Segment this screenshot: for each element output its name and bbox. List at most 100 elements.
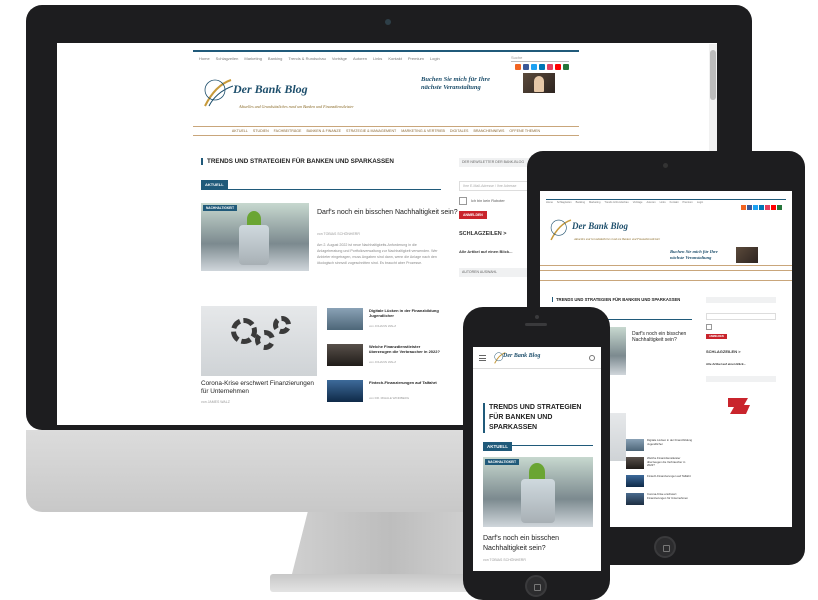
category-tag[interactable]: NACHHALTIGKEIT <box>203 205 238 211</box>
youtube-icon[interactable] <box>555 64 561 70</box>
tablet-home-button[interactable] <box>654 536 676 558</box>
list-item-meta: von JOHANN WALZ <box>369 324 397 328</box>
tablet-main-nav-row2[interactable] <box>540 275 792 281</box>
captcha-checkbox[interactable] <box>706 324 712 330</box>
list-item[interactable]: Fintech-Finanzierungen auf Talfahrt von … <box>327 378 443 414</box>
topnav-item[interactable]: Banking <box>268 56 282 61</box>
search-input[interactable]: Suche <box>511 55 569 62</box>
list-item-title[interactable]: Welche Finanzdienstleister überzeugen di… <box>369 344 443 355</box>
topnav-item[interactable]: Vorträge <box>332 56 347 61</box>
booking-line: Buchen Sie mich für Ihre <box>421 76 490 83</box>
featured-image[interactable] <box>483 457 593 527</box>
rss-icon[interactable] <box>515 64 521 70</box>
twitter-icon[interactable] <box>753 205 758 210</box>
youtube-icon[interactable] <box>771 205 776 210</box>
article-author[interactable]: von JAMES WALZ <box>201 400 230 404</box>
site-logo[interactable]: Der Bank Blog Aktuelles und Grundsätzlic… <box>201 76 401 116</box>
list-item-title[interactable]: Corona-Krise erschwert Finanzierungen fü… <box>647 492 693 505</box>
instagram-icon[interactable] <box>547 64 553 70</box>
featured-title[interactable]: Darf's noch ein bisschen Nachhaltigkeit … <box>483 534 593 554</box>
email-field[interactable] <box>706 313 776 320</box>
featured-author[interactable]: von TOBIAS SCHÖNHERR <box>483 558 526 562</box>
subscribe-button[interactable]: ANMELDEN <box>459 211 487 219</box>
tablet-booking-banner[interactable]: Buchen Sie mich für Ihre nächste Veranst… <box>670 249 718 261</box>
scrollbar-thumb[interactable] <box>710 50 716 100</box>
instagram-icon[interactable] <box>765 205 770 210</box>
topnav-item[interactable]: Autoren <box>353 56 367 61</box>
topnav-item[interactable]: Links <box>660 201 666 205</box>
topnav-item[interactable]: Marketing <box>589 201 600 205</box>
gear-graphic <box>255 330 275 350</box>
topnav-item[interactable]: Schlagzeilen <box>216 56 239 61</box>
search-icon[interactable] <box>589 355 595 361</box>
mainnav-item[interactable]: OFFENE THEMEN <box>509 129 540 133</box>
list-item[interactable]: Corona-Krise erschwert Finanzierungen fü… <box>626 492 696 505</box>
topnav-item[interactable]: Vorträge <box>633 201 643 205</box>
aktuell-label[interactable]: AKTUELL <box>483 442 512 451</box>
topnav-item[interactable]: Schlagzeilen <box>557 201 572 205</box>
mainnav-item[interactable]: MARKETING & VERTRIEB <box>401 129 445 133</box>
list-item-title[interactable]: Digitale Lücken in der Finanzbildung Jug… <box>647 438 693 451</box>
facebook-icon[interactable] <box>747 205 752 210</box>
phone-speaker <box>525 323 547 326</box>
gears-image[interactable] <box>201 306 317 376</box>
all-articles-link[interactable]: Alle Artikel auf einen Blick... <box>706 362 776 366</box>
list-item[interactable]: Digitale Lücken in der Finanzbildung Jug… <box>327 306 443 342</box>
mainnav-item[interactable]: AKTUELL <box>232 129 248 133</box>
topnav-item[interactable]: Marketing <box>244 56 262 61</box>
xing-icon[interactable] <box>563 64 569 70</box>
featured-image[interactable] <box>201 203 309 271</box>
featured-title[interactable]: Darf's noch ein bisschen Nachhaltigkeit … <box>317 208 458 217</box>
featured-author[interactable]: von TOBIAS SCHÖNHERR <box>317 232 360 236</box>
aktuell-bar: AKTUELL <box>201 180 441 190</box>
topnav-item[interactable]: Login <box>697 201 703 205</box>
facebook-icon[interactable] <box>523 64 529 70</box>
mainnav-item[interactable]: STUDIEN <box>253 129 269 133</box>
menu-icon[interactable] <box>479 355 486 361</box>
topnav-item[interactable]: Premium <box>682 201 692 205</box>
topnav-item[interactable]: Autoren <box>647 201 656 205</box>
mainnav-item[interactable]: BRANCHENNEWS <box>473 129 504 133</box>
tablet-social-icons <box>741 205 782 210</box>
list-item-title[interactable]: Fintech-Finanzierungen auf Talfahrt <box>647 474 693 487</box>
phone-home-button[interactable] <box>525 575 547 597</box>
aktuell-label[interactable]: AKTUELL <box>201 180 228 189</box>
mainnav-item[interactable]: DIGITALES <box>450 129 469 133</box>
list-item[interactable]: Welche Finanzdienstleister überzeugen di… <box>626 456 696 469</box>
list-item-title[interactable]: Fintech-Finanzierungen auf Talfahrt <box>369 380 443 385</box>
topnav-item[interactable]: Trends & Rundschau <box>604 201 628 205</box>
topnav-item[interactable]: Home <box>546 201 553 205</box>
topnav-item[interactable]: Premium <box>408 56 424 61</box>
mainnav-item[interactable]: STRATEGIE & MANAGEMENT <box>346 129 396 133</box>
sponsor-logo-icon[interactable] <box>722 394 756 418</box>
topnav-item[interactable]: Kontakt <box>388 56 402 61</box>
topnav-item[interactable]: Home <box>199 56 210 61</box>
captcha-checkbox[interactable] <box>459 197 467 205</box>
topnav-item[interactable]: Trends & Rundschau <box>288 56 325 61</box>
linkedin-icon[interactable] <box>539 64 545 70</box>
xing-icon[interactable] <box>777 205 782 210</box>
schlagzeilen-heading[interactable]: SCHLAGZEILEN > <box>706 349 776 354</box>
topnav-item[interactable]: Kontakt <box>670 201 679 205</box>
topnav-item[interactable]: Links <box>373 56 382 61</box>
tablet-main-nav[interactable] <box>540 265 792 271</box>
topnav-item[interactable]: Banking <box>576 201 585 205</box>
list-item[interactable]: Welche Finanzdienstleister überzeugen di… <box>327 342 443 378</box>
featured-title[interactable]: Darf's noch ein bisschen Nachhaltigkeit … <box>632 331 694 344</box>
category-tag[interactable]: NACHHALTIGKEIT <box>485 459 520 465</box>
phone-logo-title[interactable]: Der Bank Blog <box>503 353 540 359</box>
subscribe-button[interactable]: ANMELDEN <box>706 334 727 339</box>
list-item[interactable]: Fintech-Finanzierungen auf Talfahrt <box>626 474 696 487</box>
article-title[interactable]: Corona-Krise erschwert Finanzierungen fü… <box>201 380 319 396</box>
topnav-item[interactable]: Login <box>430 56 440 61</box>
linkedin-icon[interactable] <box>759 205 764 210</box>
list-item[interactable]: Digitale Lücken in der Finanzbildung Jug… <box>626 438 696 451</box>
twitter-icon[interactable] <box>531 64 537 70</box>
mainnav-item[interactable]: BANKEN & FINANZE <box>306 129 341 133</box>
mainnav-item[interactable]: FACHBEITRÄGE <box>274 129 302 133</box>
list-item-title[interactable]: Welche Finanzdienstleister überzeugen di… <box>647 456 693 469</box>
booking-banner[interactable]: Buchen Sie mich für Ihre nächste Veranst… <box>421 76 490 92</box>
tablet-logo-title[interactable]: Der Bank Blog <box>572 221 628 231</box>
rss-icon[interactable] <box>741 205 746 210</box>
list-item-title[interactable]: Digitale Lücken in der Finanzbildung Jug… <box>369 308 443 319</box>
